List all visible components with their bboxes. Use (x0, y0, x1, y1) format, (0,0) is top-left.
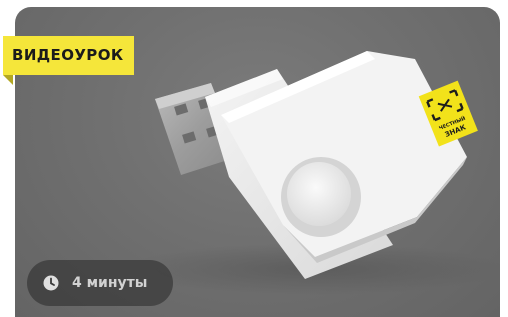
video-lesson-card[interactable]: ЧЕСТНЫЙ ЗНАК ВИДЕОУРОК 4 минуты (0, 0, 508, 317)
pivot-cap (281, 157, 361, 237)
badge-fold (3, 75, 13, 85)
duration-label: 4 минуты (72, 275, 148, 291)
duration-pill: 4 минуты (27, 260, 173, 306)
clock-icon (43, 275, 59, 291)
video-lesson-badge: ВИДЕОУРОК (3, 36, 134, 75)
badge-label: ВИДЕОУРОК (12, 46, 124, 64)
